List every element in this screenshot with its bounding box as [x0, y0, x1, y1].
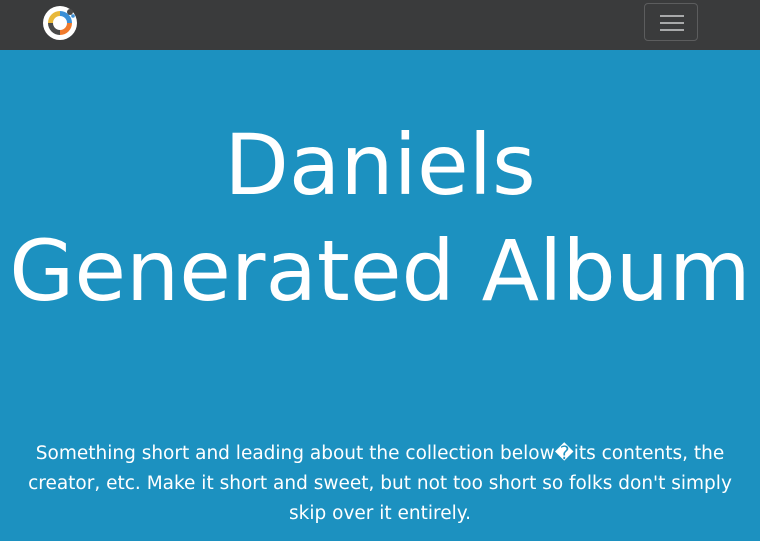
navbar — [0, 0, 760, 50]
brand-logo-link[interactable] — [42, 5, 78, 41]
hero-title: Daniels Generated Album — [0, 112, 760, 324]
hero-section: Daniels Generated Album Something short … — [0, 50, 760, 541]
hero-lead-text: Something short and leading about the co… — [28, 443, 732, 524]
gear-logo-icon — [43, 6, 77, 40]
navbar-toggle-button[interactable] — [644, 3, 698, 41]
hero-title-text: Daniels Generated Album — [9, 116, 751, 320]
